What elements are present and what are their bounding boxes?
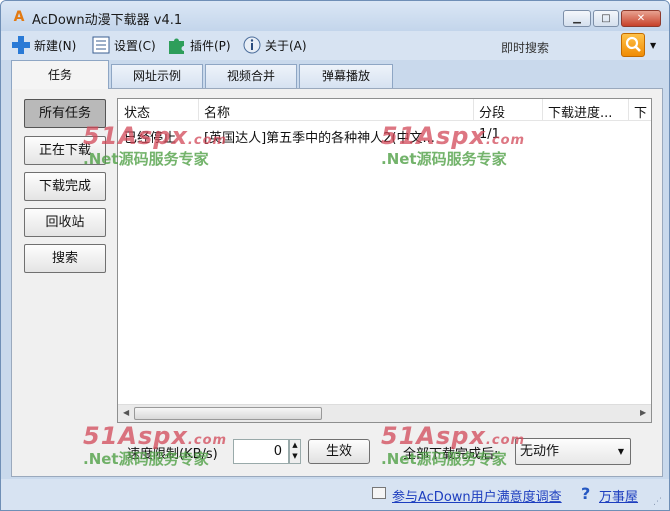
task-name: [英国达人]第五季中的各种神人2(中文... [204,131,435,146]
acdown-logo-icon: A [13,9,25,25]
speed-limit-label: 速度限制(KB/s) [127,447,218,462]
tab-url-examples[interactable]: 网址示例 [111,64,203,88]
info-icon [242,35,262,55]
after-complete-value: 无动作 [520,444,560,459]
column-header-segment[interactable]: 分段 [479,102,505,121]
scrollbar-thumb[interactable] [134,407,322,420]
after-complete-select[interactable]: 无动作 ▼ [515,438,631,465]
stepper-up-icon[interactable]: ▲ [290,440,300,451]
scroll-right-icon[interactable]: ▶ [640,408,646,417]
scroll-left-icon[interactable]: ◀ [123,408,129,417]
table-row[interactable]: 已经停止 [英国达人]第五季中的各种神人2(中文... 1/1 [118,124,651,146]
stepper-down-icon[interactable]: ▼ [290,451,300,462]
help-link[interactable]: 万事屋 [599,486,638,505]
column-header-progress[interactable]: 下载进度... [548,102,612,121]
about-button[interactable]: 关于(A) [242,34,307,56]
sidebar-item-all-tasks[interactable]: 所有任务 [24,99,106,128]
chevron-down-icon: ▼ [617,447,624,456]
plus-icon [11,35,31,55]
speed-limit-stepper[interactable]: ▲ ▼ [289,439,301,464]
survey-link[interactable]: 参与AcDown用户满意度调查 [392,486,562,505]
close-button[interactable]: ✕ [621,10,661,27]
after-complete-label: 全部下载完成后: [403,447,499,462]
title-bar: A AcDown动漫下载器 v4.1 ▁ □ ✕ [1,1,669,31]
new-button[interactable]: 新建(N) [11,34,76,56]
window-title: AcDown动漫下载器 v4.1 [32,13,183,28]
tab-strip: 任务 网址示例 视频合并 弹幕播放 [1,60,669,89]
horizontal-scrollbar[interactable]: ◀ ▶ [118,404,651,422]
tab-video-merge[interactable]: 视频合并 [205,64,297,88]
task-segment: 1/1 [479,127,500,142]
sidebar-item-completed[interactable]: 下载完成 [24,172,106,201]
search-dropdown-arrow-icon[interactable]: ▼ [650,41,656,50]
instant-search-input[interactable]: 即时搜索 [501,39,549,56]
task-status: 已经停止 [124,131,177,146]
speed-limit-input[interactable]: 0 [233,439,289,464]
column-divider[interactable] [198,99,199,121]
about-label: 关于(A) [265,38,307,53]
survey-icon [372,487,386,499]
checklist-icon [91,35,111,55]
column-header-status[interactable]: 状态 [124,102,150,121]
sidebar-item-search[interactable]: 搜索 [24,244,106,273]
tab-danmaku-play[interactable]: 弹幕播放 [299,64,393,88]
column-divider[interactable] [542,99,543,121]
search-button[interactable] [621,33,645,57]
maximize-button[interactable]: □ [593,10,619,27]
search-icon [625,36,641,52]
toolbar: 新建(N) 设置(C) 插件(P) 关于(A) 即时搜索 ▼ [1,31,669,60]
tasks-panel: 所有任务 正在下载 下载完成 回收站 搜索 状态 名称 分段 下载进度... 下… [11,88,663,477]
puzzle-icon [167,35,187,55]
status-bar: 参与AcDown用户满意度调查 ? 万事屋 ⋰ [1,479,669,510]
tab-tasks[interactable]: 任务 [11,60,109,89]
plugins-label: 插件(P) [190,38,231,53]
sidebar-item-recycle-bin[interactable]: 回收站 [24,208,106,237]
minimize-button[interactable]: ▁ [563,10,591,27]
column-divider[interactable] [473,99,474,121]
task-list[interactable]: 状态 名称 分段 下载进度... 下 已经停止 [英国达人]第五季中的各种神人2… [117,98,652,423]
settings-label: 设置(C) [114,38,156,53]
apply-button[interactable]: 生效 [308,439,370,464]
column-divider[interactable] [628,99,629,121]
app-window: A AcDown动漫下载器 v4.1 ▁ □ ✕ 新建(N) 设置(C) 插件(… [0,0,670,511]
help-question-icon[interactable]: ? [581,484,590,503]
sidebar-item-downloading[interactable]: 正在下载 [24,136,106,165]
column-header-name[interactable]: 名称 [204,102,230,121]
settings-button[interactable]: 设置(C) [91,34,156,56]
plugins-button[interactable]: 插件(P) [167,34,231,56]
column-header-more[interactable]: 下 [634,102,647,121]
new-label: 新建(N) [34,38,77,53]
task-list-header: 状态 名称 分段 下载进度... 下 [118,99,651,121]
resize-grip-icon[interactable]: ⋰ [653,497,662,507]
